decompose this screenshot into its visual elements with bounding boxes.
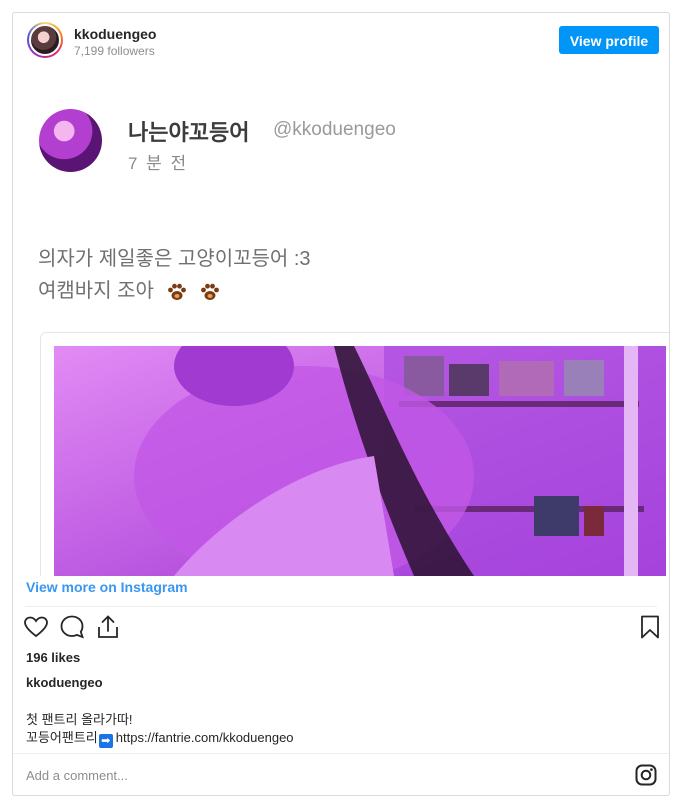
tweet-text-line-2-text: 여캠바지 조아 [38,280,154,302]
bookmark-icon[interactable] [636,613,664,641]
view-profile-button[interactable]: View profile [559,26,659,54]
heart-icon[interactable] [22,613,50,641]
caption-line-1: 첫 팬트리 올라가따! [26,712,133,727]
instagram-embed-card: kkoduengeo 7,199 followers View profile … [12,12,670,796]
tweet-photo [54,346,666,576]
divider [13,753,669,754]
tweet-text-line-1: 의자가 제일좋은 고양이꼬등어 :3 [38,248,311,270]
follower-count: 7,199 followers [74,44,155,58]
tweet-text-line-2: 여캠바지 조아 [38,274,221,303]
caption-line-2-prefix: 꼬등어팬트리 [26,730,98,745]
caption-username[interactable]: kkoduengeo [26,675,103,690]
post-media[interactable]: 나는야꼬등어 @kkoduengeo 7 분 전 의자가 제일좋은 고양이꼬등어… [13,70,669,576]
add-comment-input[interactable]: Add a comment... [26,768,128,783]
like-count[interactable]: 196 likes [26,650,80,665]
instagram-icon[interactable] [635,764,657,786]
caption-line-2: 꼬등어팬트리 ➡ https://fantrie.com/kkoduengeo [26,727,294,748]
avatar-image [29,24,61,56]
paw-icon [167,283,186,300]
username[interactable]: kkoduengeo [74,26,156,42]
tweet-handle: @kkoduengeo [273,119,396,140]
tweet-avatar [39,109,102,172]
caption-url[interactable]: https://fantrie.com/kkoduengeo [116,730,294,745]
photo-scene [54,346,666,576]
paw-icon [201,283,219,300]
right-arrow-icon: ➡ [98,734,113,748]
view-more-link[interactable]: View more on Instagram [26,579,188,595]
avatar[interactable] [27,22,63,58]
share-icon[interactable] [94,613,122,641]
comment-icon[interactable] [58,613,86,641]
post-header: kkoduengeo 7,199 followers View profile [13,13,669,69]
tweet-time: 7 분 전 [128,154,189,173]
divider [25,606,657,607]
tweet-display-name: 나는야꼬등어 [128,120,250,145]
